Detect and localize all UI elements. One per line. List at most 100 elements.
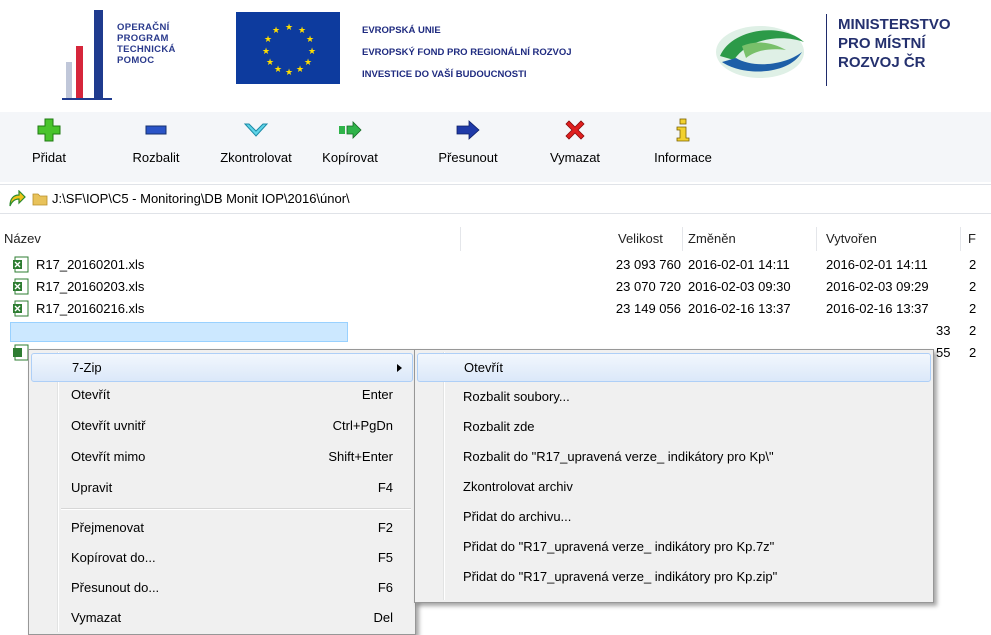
optp-line: POMOC [117,55,155,66]
submenu-item-add-to-zip[interactable]: Přidat do "R17_upravená verze_ indikátor… [417,563,931,590]
svg-text:★: ★ [266,58,274,68]
file-row-selected[interactable]: 33 2 [0,320,991,342]
extract-label: Rozbalit [132,150,180,165]
column-extra[interactable]: F [968,231,976,246]
column-separator[interactable] [460,227,461,251]
move-button[interactable]: Přesunout [428,118,508,178]
plus-icon [37,118,61,142]
file-row[interactable]: R17_20160203.xls 23 070 720 2016-02-03 0… [0,276,991,298]
file-modified: 2016-02-16 13:37 [688,301,791,316]
menu-item-shortcut: F6 [377,580,393,595]
info-icon [676,118,690,142]
menu-item-label: Otevřít uvnitř [71,418,146,433]
optp-line: OPERAČNÍ [117,22,170,33]
test-button[interactable]: Zkontrolovat [208,118,304,178]
folder-icon [32,191,48,210]
file-extra: 2 [969,345,977,360]
menu-item-rename[interactable]: Přejmenovat F2 [31,514,413,541]
sevenzip-submenu: Otevřít Rozbalit soubory... Rozbalit zde… [414,349,934,603]
menu-item-label: Vymazat [71,610,122,625]
optp-line: PROGRAM [117,33,169,44]
delete-button[interactable]: Vymazat [542,118,608,178]
file-name: R17_20160203.xls [36,279,145,294]
svg-text:★: ★ [306,35,314,45]
submenu-item-test-archive[interactable]: Zkontrolovat archiv [417,473,931,500]
excel-file-icon [13,344,29,361]
submenu-item-extract-to-folder[interactable]: Rozbalit do "R17_upravená verze_ indikát… [417,443,931,470]
optp-logo-text: OPERAČNÍ PROGRAM TECHNICKÁ POMOC [117,22,217,66]
menu-item-open-outside[interactable]: Otevřít mimo Shift+Enter [31,443,413,470]
copy-button[interactable]: Kopírovat [312,118,388,178]
menu-item-shortcut: Shift+Enter [328,449,393,464]
submenu-item-extract-files[interactable]: Rozbalit soubory... [417,383,931,410]
excel-file-icon [13,278,29,295]
copy-arrow-icon [339,121,362,139]
menu-item-label: 7-Zip [72,360,102,375]
submenu-item-extract-here[interactable]: Rozbalit zde [417,413,931,440]
menu-item-label: Otevřít mimo [71,449,146,464]
menu-item-open-inside[interactable]: Otevřít uvnitř Ctrl+PgDn [31,412,413,439]
menu-item-7zip[interactable]: 7-Zip [31,353,413,382]
menu-item-label: Otevřít [71,387,111,402]
extract-button[interactable]: Rozbalit [121,118,191,178]
eu-line: INVESTICE DO VAŠÍ BUDOUCNOSTI [362,69,527,80]
column-separator[interactable] [960,227,961,251]
file-created-partial: 33 [936,323,951,338]
menu-separator [61,508,411,510]
file-extra: 2 [969,301,977,316]
menu-item-move-to[interactable]: Přesunout do... F6 [31,574,413,601]
file-name: R17_20160216.xls [36,301,145,316]
column-created[interactable]: Vytvořen [826,231,877,246]
submenu-item-label: Přidat do archivu... [463,509,572,524]
column-separator[interactable] [816,227,817,251]
submenu-item-add-to-archive[interactable]: Přidat do archivu... [417,503,931,530]
file-created-partial: 55 [936,345,951,360]
submenu-item-open[interactable]: Otevřít [417,353,931,382]
svg-text:★: ★ [298,26,306,36]
ministry-logo-icon [712,16,808,86]
file-modified: 2016-02-03 09:30 [688,279,791,294]
file-extra: 2 [969,323,977,338]
up-folder-button[interactable] [8,189,26,212]
menu-item-shortcut: Enter [361,387,393,402]
address-path-input[interactable]: J:\SF\IOP\C5 - Monitoring\DB Monit IOP\2… [52,191,350,206]
check-chevron-icon [243,123,269,137]
svg-text:★: ★ [308,47,316,57]
column-name[interactable]: Název [4,231,41,246]
menu-item-open[interactable]: Otevřít Enter [31,381,413,408]
file-extra: 2 [969,257,977,272]
svg-text:★: ★ [285,68,293,78]
eu-line: EVROPSKÁ UNIE [362,25,441,36]
add-button[interactable]: Přidat [24,118,74,178]
file-row[interactable]: R17_20160216.xls 23 149 056 2016-02-16 1… [0,298,991,320]
file-size: 23 093 760 [615,257,681,272]
svg-text:★: ★ [274,65,282,75]
optp-logo-bars [62,8,112,100]
menu-item-delete[interactable]: Vymazat Del [31,604,413,631]
optp-logo: OPERAČNÍ PROGRAM TECHNICKÁ POMOC [62,8,212,100]
address-bar: J:\SF\IOP\C5 - Monitoring\DB Monit IOP\2… [0,184,991,214]
svg-text:★: ★ [285,23,293,33]
submenu-item-add-to-7z[interactable]: Přidat do "R17_upravená verze_ indikátor… [417,533,931,560]
menu-item-shortcut: Ctrl+PgDn [332,418,393,433]
move-label: Přesunout [438,150,498,165]
file-created: 2016-02-03 09:29 [826,279,929,294]
toolbar: Přidat Rozbalit Zkontrolovat Kopírovat P… [0,112,991,182]
file-list-header: Název Velikost Změněn Vytvořen F [0,227,991,251]
info-button[interactable]: Informace [640,118,726,178]
column-modified[interactable]: Změněn [688,231,736,246]
menu-item-edit[interactable]: Upravit F4 [31,474,413,501]
move-arrow-icon [456,120,480,140]
delete-x-icon [565,120,585,140]
row-selection-highlight [10,322,348,342]
menu-item-copy-to[interactable]: Kopírovat do... F5 [31,544,413,571]
file-size: 23 070 720 [615,279,681,294]
column-size[interactable]: Velikost [618,231,663,246]
svg-text:★: ★ [296,65,304,75]
eu-flag-icon: ★ ★ ★ ★ ★ ★ ★ ★ ★ ★ ★ ★ [236,12,340,84]
delete-label: Vymazat [549,150,601,165]
menu-item-label: Přejmenovat [71,520,144,535]
file-row[interactable]: R17_20160201.xls 23 093 760 2016-02-01 1… [0,254,991,276]
column-separator[interactable] [682,227,683,251]
optp-line: TECHNICKÁ [117,44,176,55]
